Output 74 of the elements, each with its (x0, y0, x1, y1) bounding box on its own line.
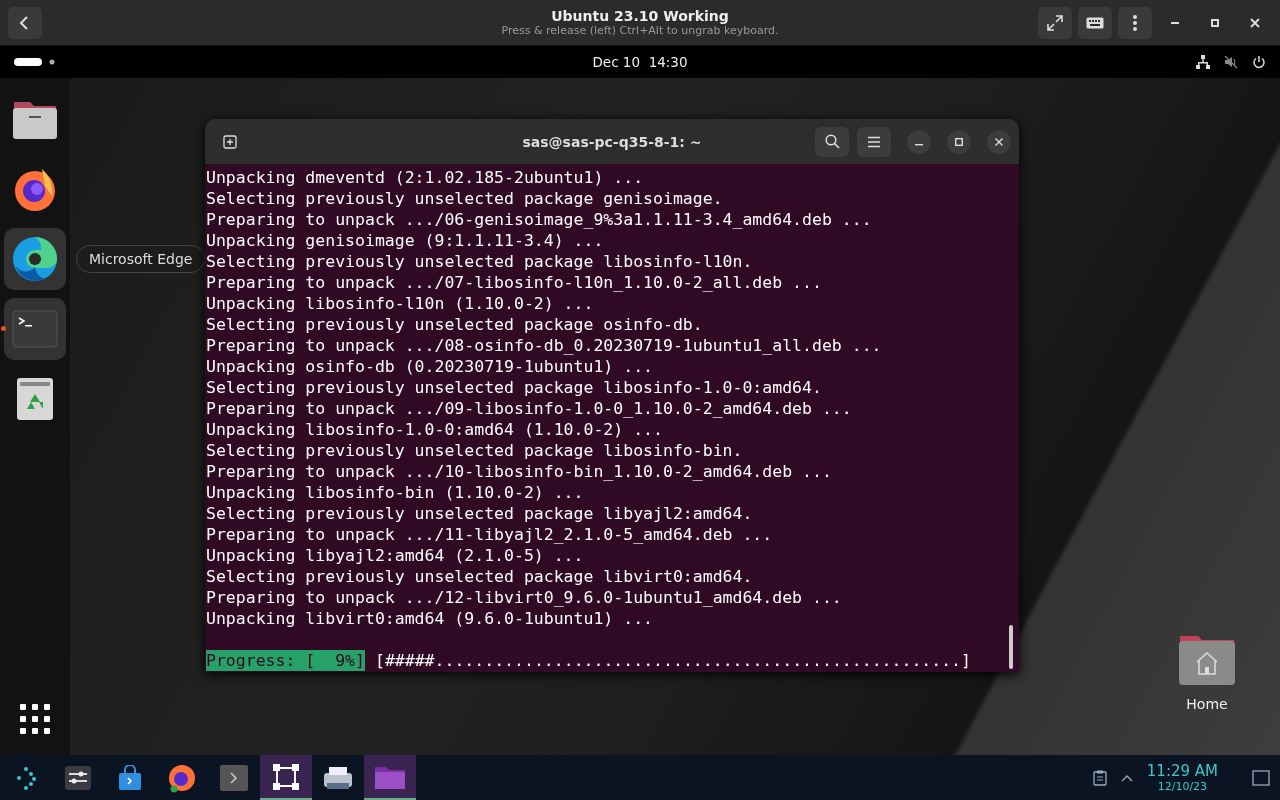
scrollbar[interactable] (1009, 625, 1013, 669)
minimize-button[interactable] (907, 129, 931, 154)
terminal-line: Selecting previously unselected package libyajl2:amd64. (206, 503, 754, 524)
menu-button[interactable] (1118, 6, 1152, 39)
edge-icon (11, 235, 59, 283)
keyboard-button[interactable] (1078, 6, 1112, 39)
printer-icon (322, 764, 354, 791)
minimize-icon (915, 143, 923, 146)
keyboard-icon (1086, 16, 1104, 29)
menu-button[interactable] (857, 126, 891, 157)
maximize-icon (1211, 18, 1219, 27)
firefox-icon (167, 762, 197, 793)
power-icon[interactable] (1252, 55, 1266, 69)
terminal-icon (220, 764, 248, 791)
terminal-line: Selecting previously unselected package libosinfo-bin. (206, 440, 744, 461)
settings-icon (65, 765, 91, 790)
progress-bar-text: [#####.....................................................] (374, 650, 971, 671)
chevron-up-icon[interactable] (1120, 773, 1133, 782)
terminal-line: Unpacking osinfo-db (0.20230719-1ubuntu1) ... (206, 356, 655, 377)
terminal-line: Preparing to unpack .../12-libvirt0_9.6.0-1ubuntu1_amd64.deb ... (206, 587, 843, 608)
terminal-line: Unpacking libosinfo-bin (1.10.0-2) ... (206, 482, 585, 503)
terminal-title: sas@sas-pc-q35-8-1: ~ (522, 133, 702, 150)
terminal-line: Preparing to unpack .../11-libyajl2_2.1.0-5_amd64.deb ... (206, 524, 774, 545)
dock-item[interactable] (4, 228, 66, 290)
maximize-button[interactable] (947, 129, 971, 154)
network-icon[interactable] (1196, 55, 1210, 69)
frame-icon (273, 763, 299, 790)
notification-icon[interactable] (1252, 769, 1270, 786)
minimize-icon (1171, 21, 1179, 24)
terminal-line: Selecting previously unselected package genisoimage. (206, 188, 724, 209)
clock[interactable]: Dec 10 14:30 (592, 54, 688, 70)
clock-time[interactable]: 11:29 AM (1146, 762, 1218, 780)
window-title: Ubuntu 23.10 Working (551, 8, 729, 24)
search-icon (824, 134, 840, 149)
terminal-line: Selecting previously unselected package libosinfo-l10n. (206, 251, 754, 272)
clipboard-icon[interactable] (1092, 769, 1107, 786)
terminal-line: Preparing to unpack .../10-libosinfo-bin_1.10.0-2_amd64.deb ... (206, 461, 833, 482)
trash-icon (16, 377, 54, 421)
menu-icon (867, 135, 881, 148)
terminal-line: Preparing to unpack .../06-genisoimage_9%3a1.1.11-3.4_amd64.deb ... (206, 209, 873, 230)
terminal-line: Preparing to unpack .../09-libosinfo-1.0-0_1.10.0-2_amd64.deb ... (206, 398, 853, 419)
close-icon (1250, 17, 1260, 28)
maximize-icon (955, 137, 963, 146)
desktop-icon-label: Home (1186, 696, 1228, 712)
close-icon (995, 137, 1003, 146)
terminal-line: Preparing to unpack .../07-libosinfo-l10n_1.10.0-2_all.deb ... (206, 272, 823, 293)
taskbar-item[interactable] (260, 755, 312, 800)
tooltip: Microsoft Edge (76, 245, 206, 273)
progress-label: Progress: [ 9%] (206, 650, 365, 671)
new-tab-icon (223, 134, 237, 149)
terminal-line: Selecting previously unselected package osinfo-db. (206, 314, 704, 335)
search-button[interactable] (815, 126, 849, 157)
terminal-line: Preparing to unpack .../08-osinfo-db_0.20230719-1ubuntu1_all.deb ... (206, 335, 883, 356)
workspace-indicator-icon[interactable] (14, 58, 56, 66)
terminal-line: Unpacking libyajl2:amd64 (2.1.0-5) ... (206, 545, 585, 566)
shopping-bag-icon (117, 764, 143, 791)
muted-speaker-icon[interactable] (1224, 55, 1238, 69)
grid-icon (20, 704, 50, 734)
back-button[interactable] (8, 6, 42, 39)
close-button[interactable] (987, 129, 1011, 154)
fullscreen-button[interactable] (1038, 6, 1072, 39)
terminal-line: Unpacking genisoimage (9:1.1.11-3.4) ... (206, 230, 605, 251)
terminal-line: Unpacking libvirt0:amd64 (9.6.0-1ubuntu1) ... (206, 608, 655, 629)
terminal-line: Selecting previously unselected package libvirt0:amd64. (206, 566, 754, 587)
terminal-line: Selecting previously unselected package libosinfo-1.0-0:amd64. (206, 377, 823, 398)
expand-icon (1046, 13, 1064, 32)
terminal-line: Unpacking libosinfo-l10n (1.10.0-2) ... (206, 293, 595, 314)
clock-date[interactable]: 12/10/23 (1157, 780, 1208, 793)
terminal-line: Unpacking libosinfo-1.0-0:amd64 (1.10.0-2) ... (206, 419, 664, 440)
terminal-line: Unpacking dmeventd (2:1.02.185-2ubuntu1) ... (206, 167, 645, 188)
launcher-icon (14, 765, 38, 790)
more-icon (1133, 14, 1137, 31)
window-subtitle: Press & release (left) Ctrl+Alt to ungrab keyboard. (501, 24, 779, 37)
terminal-icon (12, 310, 58, 348)
